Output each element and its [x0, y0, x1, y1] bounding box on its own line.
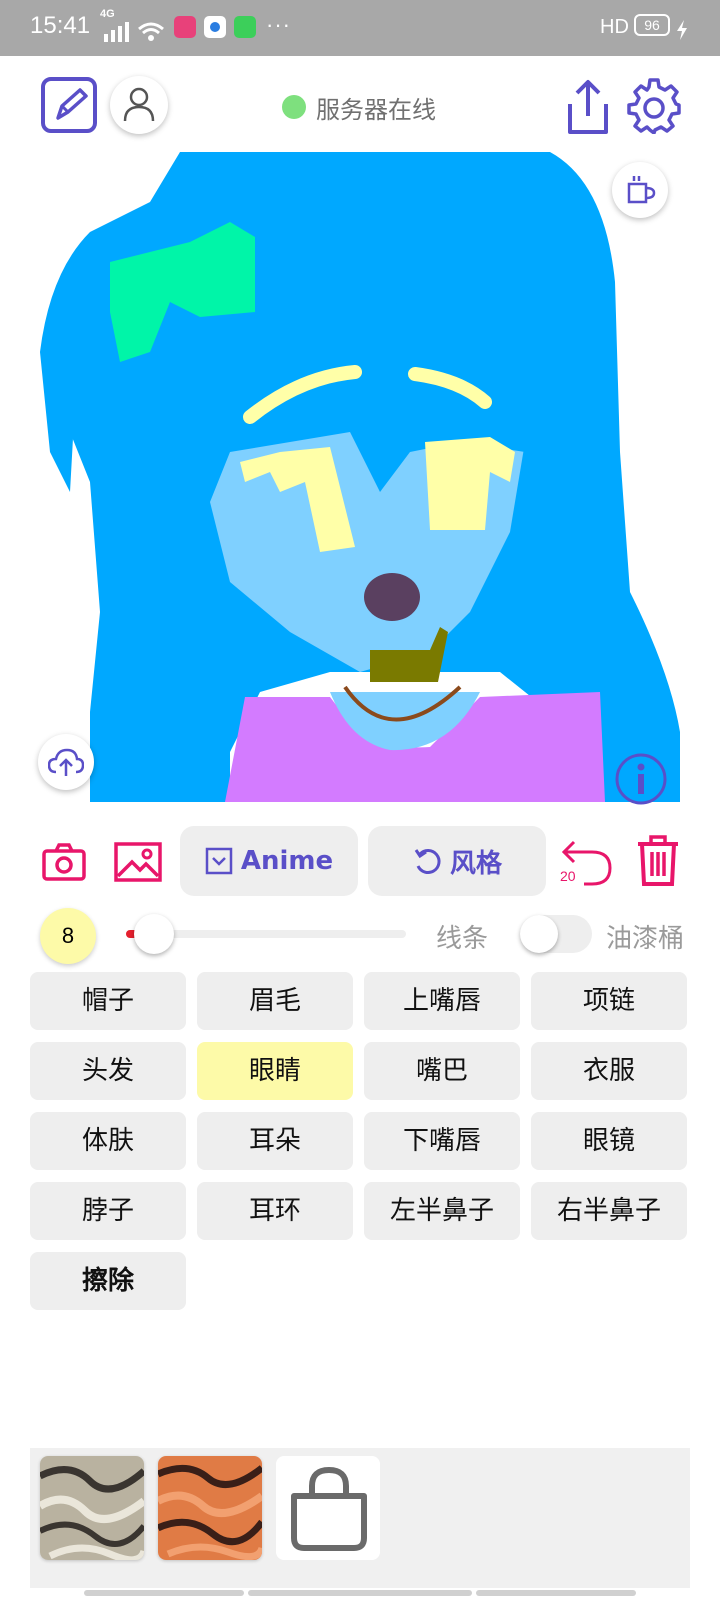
upload-button[interactable] [38, 734, 94, 790]
style-label: 风格 [449, 848, 502, 879]
server-online-dot [282, 95, 306, 119]
status-time: 15:41 [30, 12, 91, 39]
charging-icon [677, 20, 687, 40]
coffee-button[interactable] [612, 162, 668, 218]
network-type: 4G [100, 8, 115, 20]
status-bar: 15:41 4G ··· HD 96 [0, 0, 720, 56]
part-button[interactable]: 耳朵 [197, 1112, 353, 1170]
user-account-button[interactable] [110, 76, 168, 134]
part-button[interactable]: 下嘴唇 [364, 1112, 520, 1170]
texture-gray[interactable] [40, 1456, 144, 1560]
part-button[interactable]: 耳环 [197, 1182, 353, 1240]
texture-orange-image [158, 1456, 262, 1560]
battery-level: 96 [644, 17, 660, 33]
message-notification-icon [234, 16, 256, 38]
hd-indicator: HD [600, 16, 629, 38]
part-button[interactable]: 上嘴唇 [364, 972, 520, 1030]
cloud-upload-icon [48, 748, 84, 776]
part-button[interactable]: 擦除 [30, 1252, 186, 1310]
line-mode-label: 线条 [436, 924, 489, 954]
undo-count: 20 [560, 868, 576, 884]
paint-bucket-label: 油漆桶 [606, 924, 685, 954]
more-notifications: ··· [266, 12, 291, 37]
coffee-cup-icon [627, 176, 656, 204]
part-button[interactable]: 眼镜 [531, 1112, 687, 1170]
nav-indicator [84, 1590, 244, 1596]
mouth [364, 573, 420, 621]
delete-button[interactable] [634, 834, 682, 888]
share-button[interactable] [560, 78, 616, 136]
part-button[interactable]: 嘴巴 [364, 1042, 520, 1100]
battery-indicator: 96 [634, 14, 670, 36]
settings-button[interactable] [626, 78, 682, 134]
texture-orange[interactable] [158, 1456, 262, 1560]
toggle-knob [520, 915, 558, 953]
info-button[interactable] [614, 752, 668, 806]
part-button[interactable]: 左半鼻子 [364, 1182, 520, 1240]
nav-indicator [476, 1590, 636, 1596]
shop-button[interactable] [276, 1456, 380, 1560]
nav-indicator [248, 1590, 472, 1596]
wifi-icon [138, 22, 164, 41]
app-notification-icon [204, 16, 226, 38]
signal-icon [104, 22, 129, 42]
paint-bucket-toggle[interactable] [520, 915, 592, 953]
brush-size-badge: 8 [40, 908, 96, 964]
anime-model-button[interactable]: Anime [180, 826, 358, 896]
edit-sketch-button[interactable] [40, 76, 98, 134]
server-status-label: 服务器在线 [316, 95, 436, 124]
part-button[interactable]: 帽子 [30, 972, 186, 1030]
server-status: 服务器在线 [282, 92, 436, 124]
anime-label: Anime [240, 846, 334, 876]
camera-button[interactable] [42, 843, 86, 881]
part-button[interactable]: 脖子 [30, 1182, 186, 1240]
part-button[interactable]: 右半鼻子 [531, 1182, 687, 1240]
shopping-bag-icon [291, 1466, 367, 1551]
part-button[interactable]: 项链 [531, 972, 687, 1030]
part-button[interactable]: 眼睛 [197, 1042, 353, 1100]
brush-size-thumb[interactable] [134, 914, 175, 954]
chevron-down-box-icon [205, 847, 233, 875]
app-notification-icon [174, 16, 196, 38]
drawing-canvas[interactable] [30, 152, 690, 817]
part-button[interactable]: 头发 [30, 1042, 186, 1100]
undo-button[interactable]: 20 [558, 834, 614, 888]
texture-gray-image [40, 1456, 144, 1560]
part-button[interactable]: 衣服 [531, 1042, 687, 1100]
style-button[interactable]: 风格 [368, 826, 546, 896]
user-icon [123, 87, 155, 122]
image-gallery-button[interactable] [114, 842, 162, 882]
refresh-icon [414, 849, 441, 874]
part-button[interactable]: 眉毛 [197, 972, 353, 1030]
part-button[interactable]: 体肤 [30, 1112, 186, 1170]
